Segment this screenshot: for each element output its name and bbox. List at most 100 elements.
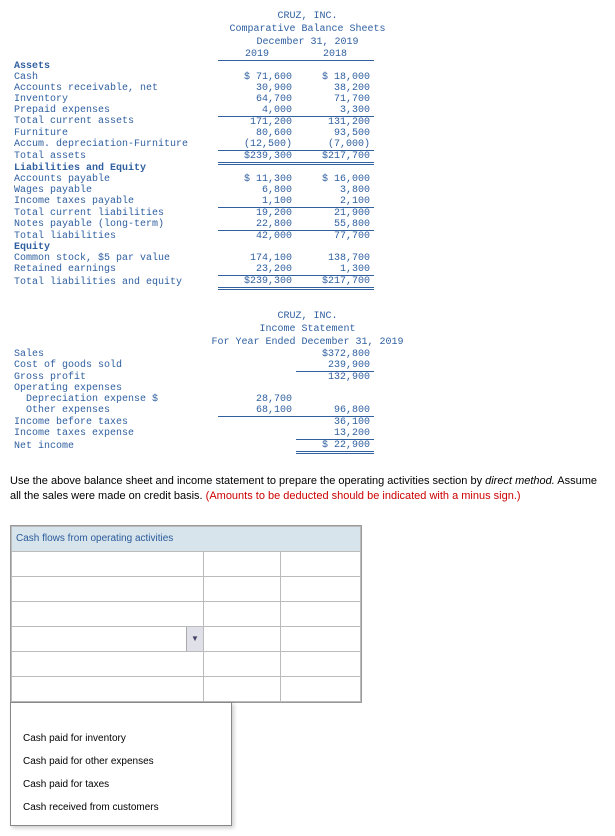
bs-date: December 31, 2019: [10, 36, 605, 49]
answer-table: Cash flows from operating activities ▼: [11, 526, 361, 702]
row-val: 3,300: [296, 105, 374, 117]
answer-cell[interactable]: [12, 651, 204, 676]
answer-cell[interactable]: [12, 551, 204, 576]
answer-cell[interactable]: [12, 676, 204, 701]
row-label: Gross profit: [10, 372, 218, 384]
row-val: 13,200: [296, 428, 374, 440]
table-row: [12, 551, 361, 576]
row-val: 138,700: [296, 253, 374, 264]
row-val: 55,800: [296, 219, 374, 231]
answer-header: Cash flows from operating activities: [12, 526, 361, 551]
row-label: Total liabilities and equity: [10, 276, 218, 289]
bs-title: Comparative Balance Sheets: [10, 23, 605, 36]
answer-cell[interactable]: [280, 651, 360, 676]
row-label: Sales: [10, 349, 218, 360]
answer-cell[interactable]: [12, 576, 204, 601]
row-val: 21,900: [296, 208, 374, 220]
row-label: Net income: [10, 440, 218, 453]
bs-header: CRUZ, INC. Comparative Balance Sheets De…: [10, 10, 605, 49]
assets-header: Assets: [10, 61, 218, 72]
table-row: [12, 576, 361, 601]
row-label: Cost of goods sold: [10, 360, 218, 372]
row-val: 1,300: [296, 264, 374, 276]
equity-header: Equity: [10, 242, 218, 253]
row-val: (7,000): [296, 139, 374, 151]
row-val: 174,100: [218, 253, 296, 264]
row-label: Accum. depreciation-Furniture: [10, 139, 218, 151]
row-val: 30,900: [218, 83, 296, 94]
chevron-down-icon[interactable]: ▼: [186, 627, 203, 651]
row-val: 171,200: [218, 116, 296, 128]
balance-sheet: CRUZ, INC. Comparative Balance Sheets De…: [10, 10, 605, 290]
bs-table: 20192018 Assets Cash$ 71,600$ 18,000 Acc…: [10, 49, 374, 290]
row-val: 239,900: [296, 360, 374, 372]
income-statement: CRUZ, INC. Income Statement For Year End…: [10, 310, 605, 454]
row-label: Inventory: [10, 94, 218, 105]
row-label: Cash: [10, 72, 218, 83]
is-title: Income Statement: [10, 323, 605, 336]
row-label: Total current liabilities: [10, 208, 218, 220]
answer-cell[interactable]: [12, 601, 204, 626]
row-val: $239,300: [218, 150, 296, 163]
dropdown-option[interactable]: Cash paid for taxes: [11, 773, 231, 796]
row-val: $ 11,300: [218, 174, 296, 185]
row-val: 3,800: [296, 185, 374, 196]
dropdown-option[interactable]: Cash paid for inventory: [11, 727, 231, 750]
bs-col-2019: 2019: [218, 49, 296, 61]
is-header: CRUZ, INC. Income Statement For Year End…: [10, 310, 605, 349]
answer-cell[interactable]: [203, 551, 280, 576]
answer-cell[interactable]: [280, 551, 360, 576]
row-val: 93,500: [296, 128, 374, 139]
answer-grid: Cash flows from operating activities ▼: [10, 525, 362, 703]
table-row: ▼: [12, 626, 361, 651]
row-label: Notes payable (long-term): [10, 219, 218, 231]
row-val: 64,700: [218, 94, 296, 105]
instructions: Use the above balance sheet and income s…: [10, 474, 605, 505]
row-val: (12,500): [218, 139, 296, 151]
row-val: $217,700: [296, 276, 374, 289]
answer-cell[interactable]: [280, 576, 360, 601]
answer-cell[interactable]: [203, 676, 280, 701]
row-val: 38,200: [296, 83, 374, 94]
row-label: Common stock, $5 par value: [10, 253, 218, 264]
row-label: Income taxes expense: [10, 428, 218, 440]
row-val: 71,700: [296, 94, 374, 105]
answer-cell[interactable]: [203, 576, 280, 601]
bs-col-2018: 2018: [296, 49, 374, 61]
answer-cell[interactable]: [203, 601, 280, 626]
dropdown-option[interactable]: Cash received from customers: [11, 796, 231, 819]
table-row: [12, 601, 361, 626]
row-label: Furniture: [10, 128, 218, 139]
dropdown-blank-option[interactable]: [11, 709, 231, 727]
row-label: Wages payable: [10, 185, 218, 196]
row-val: $217,700: [296, 150, 374, 163]
answer-cell[interactable]: [280, 626, 360, 651]
row-label: Total current assets: [10, 116, 218, 128]
row-val: 19,200: [218, 208, 296, 220]
row-val: $ 22,900: [296, 440, 374, 453]
row-label: Operating expenses: [10, 383, 218, 394]
row-val: $ 18,000: [296, 72, 374, 83]
instr-text-italic: direct method.: [485, 475, 555, 487]
answer-cell[interactable]: [280, 601, 360, 626]
row-label: Accounts payable: [10, 174, 218, 185]
row-val: 6,800: [218, 185, 296, 196]
row-val: 1,100: [218, 196, 296, 208]
row-val: 77,700: [296, 231, 374, 243]
row-label: Accounts receivable, net: [10, 83, 218, 94]
answer-cell[interactable]: [280, 676, 360, 701]
row-val: 131,200: [296, 116, 374, 128]
is-company: CRUZ, INC.: [10, 310, 605, 323]
instr-text: Use the above balance sheet and income s…: [10, 475, 485, 487]
is-table: Sales$372,800 Cost of goods sold239,900 …: [10, 349, 374, 454]
row-label: Total assets: [10, 150, 218, 163]
liab-header: Liabilities and Equity: [10, 163, 218, 174]
row-val: 80,600: [218, 128, 296, 139]
answer-dropdown-cell[interactable]: ▼: [12, 626, 204, 651]
row-val: $ 71,600: [218, 72, 296, 83]
row-val: $239,300: [218, 276, 296, 289]
answer-cell[interactable]: [203, 651, 280, 676]
bs-company: CRUZ, INC.: [10, 10, 605, 23]
answer-cell[interactable]: [203, 626, 280, 651]
dropdown-option[interactable]: Cash paid for other expenses: [11, 750, 231, 773]
